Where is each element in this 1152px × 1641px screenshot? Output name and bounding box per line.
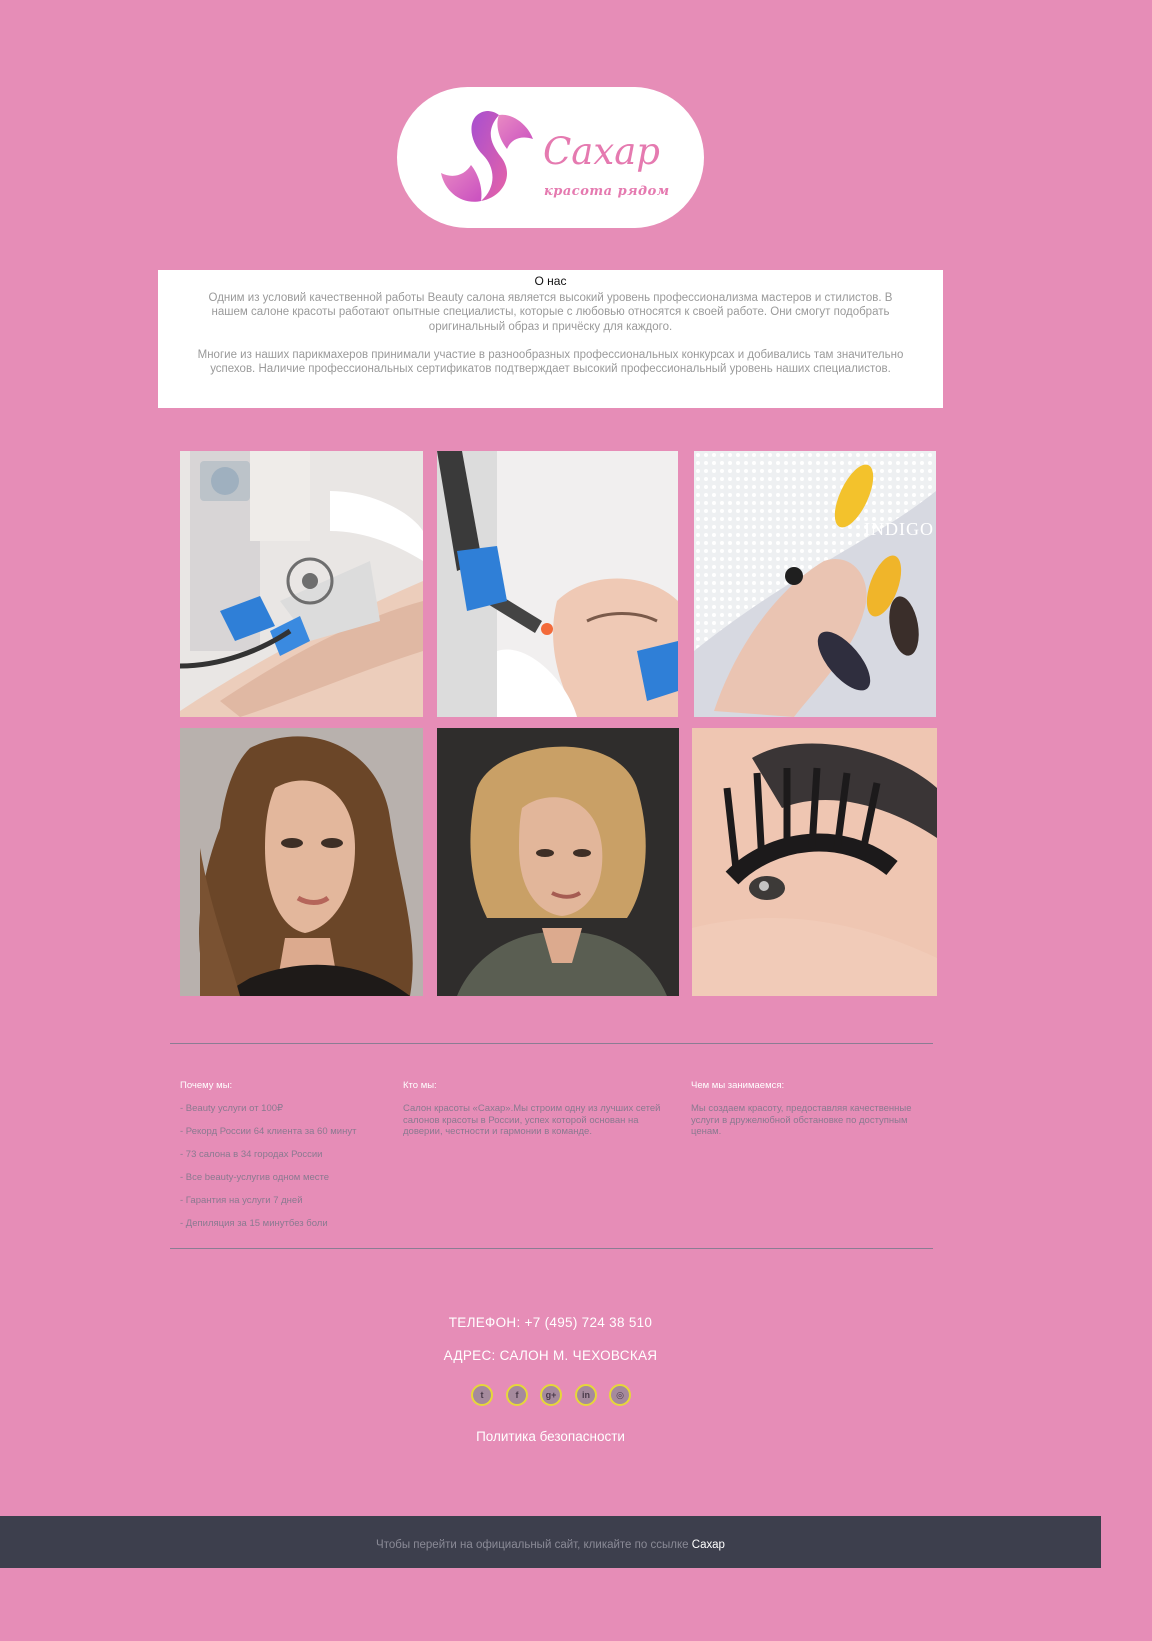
why-us-item: - Рекорд России 64 клиента за 60 минут (180, 1126, 357, 1137)
why-us-item: - Депиляция за 15 минутбез боли (180, 1218, 328, 1229)
gallery-photo-manicure[interactable]: INDIGO (694, 451, 936, 717)
why-us-item: - Все beauty-услугив одном месте (180, 1172, 330, 1183)
twitter-icon[interactable]: t (471, 1384, 493, 1406)
instagram-icon[interactable]: ◎ (609, 1384, 631, 1406)
about-paragraph-2: Многие из наших парикмахеров принимали у… (197, 349, 904, 376)
about-paragraph-1: Одним из условий качественной работы Bea… (208, 292, 893, 333)
gallery-photo-laser-hair-removal[interactable] (180, 451, 423, 717)
who-we-are-text: Салон красоты «Сахар».Мы строим одну из … (403, 1103, 661, 1137)
about-section: О нас Одним из условий качественной рабо… (158, 270, 943, 408)
why-us-item: - Гарантия на услуги 7 дней (180, 1195, 303, 1206)
google-plus-icon[interactable]: g+ (540, 1384, 562, 1406)
who-we-are-heading: Кто мы: (403, 1080, 437, 1091)
divider-top (170, 1043, 933, 1044)
why-us-item: - Beauty услуги от 100₽ (180, 1103, 284, 1114)
phone-number[interactable]: ТЕЛЕФОН: +7 (495) 724 38 510 (0, 1315, 1101, 1331)
privacy-policy-link[interactable]: Политика безопасности (0, 1429, 1101, 1445)
logo[interactable]: Сахар красота рядом (397, 87, 704, 228)
official-site-link[interactable]: Сахар (692, 1539, 725, 1551)
gallery-photo-facial-laser[interactable] (437, 451, 678, 717)
footer-text: Чтобы перейти на официальный сайт, клика… (0, 1538, 1101, 1552)
what-we-do-text: Мы создаем красоту, предоставляя качеств… (691, 1103, 912, 1137)
footer: Чтобы перейти на официальный сайт, клика… (0, 1516, 1101, 1568)
why-us-item: - 73 салона в 34 городах России (180, 1149, 323, 1160)
why-us-column: Почему мы: - Beauty услуги от 100₽ - Рек… (180, 1080, 390, 1229)
footer-prompt: Чтобы перейти на официальный сайт, клика… (376, 1539, 692, 1551)
gallery-photo-eyelash-closeup[interactable] (692, 728, 937, 996)
logo-tagline: красота рядом (544, 184, 670, 199)
who-we-are-column: Кто мы: Салон красоты «Сахар».Мы строим … (403, 1080, 668, 1138)
divider-bottom (170, 1248, 933, 1249)
facebook-icon[interactable]: f (506, 1384, 528, 1406)
about-title: О нас (534, 274, 567, 288)
gallery-photo-makeup-portrait[interactable] (180, 728, 423, 996)
linkedin-icon[interactable]: in (575, 1384, 597, 1406)
logo-s-icon (441, 111, 533, 202)
social-links: t f g+ in ◎ (471, 1384, 636, 1408)
why-us-heading: Почему мы: (180, 1080, 233, 1091)
gallery-photo-curly-hair-portrait[interactable] (437, 728, 679, 996)
what-we-do-heading: Чем мы занимаемся: (691, 1080, 785, 1091)
address: АДРЕС: САЛОН М. ЧЕХОВСКАЯ (443, 1348, 658, 1363)
logo-title: Сахар (543, 130, 660, 173)
svg-text:INDIGO: INDIGO (864, 519, 934, 539)
what-we-do-column: Чем мы занимаемся: Мы создаем красоту, п… (691, 1080, 936, 1138)
